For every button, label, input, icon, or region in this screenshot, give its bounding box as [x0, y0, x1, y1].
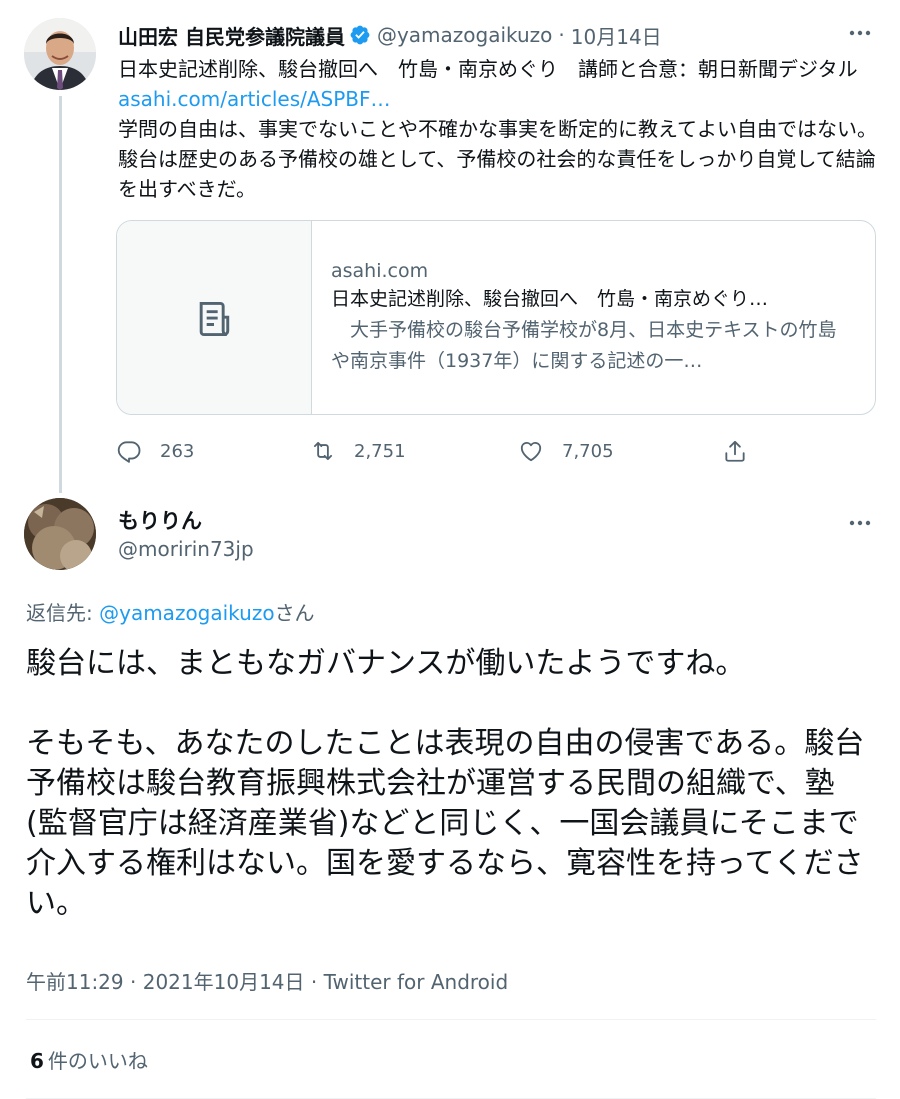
reply-to-suffix: さん: [274, 601, 315, 625]
parent-tweet-actions: 263 2,751 7,705: [116, 432, 776, 470]
tweet-time[interactable]: 午前11:29: [26, 970, 124, 994]
card-description: 大手予備校の駿台予備学校が8月、日本史テキストの竹島や南京事件（1937年）に関…: [331, 319, 837, 372]
verified-badge-icon: [349, 24, 371, 46]
share-icon: [725, 440, 745, 462]
reply-count: 263: [160, 440, 195, 462]
reply-to-handle[interactable]: @yamazogaikuzo: [99, 601, 274, 625]
tweet-metadata: 午前11:29 · 2021年10月14日 · Twitter for Andr…: [26, 966, 508, 995]
card-thumbnail: [117, 221, 312, 414]
reply-tweet-text: 駿台には、まともなガバナンスが働いたようですね。 そもそも、あなたのしたことは表…: [26, 644, 876, 924]
reply-author-name[interactable]: もりりん: [118, 505, 202, 535]
divider: [26, 1019, 876, 1020]
tweet-date[interactable]: 2021年10月14日: [143, 970, 305, 994]
parent-tweet-date[interactable]: 10月14日: [571, 21, 662, 50]
meta-separator-2: ·: [310, 970, 318, 994]
card-domain: asahi.com: [331, 260, 429, 282]
parent-author-handle[interactable]: @yamazogaikuzo: [377, 23, 552, 47]
reply-author-avatar[interactable]: [24, 498, 96, 570]
parent-tweet-text-line1: 日本史記述削除、駿台撤回へ 竹島・南京めぐり 講師と合意：朝日新聞デジタル: [118, 57, 858, 81]
likes-count: 6: [30, 1049, 44, 1073]
reply-text-para2: そもそも、あなたのしたことは表現の自由の侵害である。駿台予備校は駿台教育振興株式…: [26, 726, 865, 921]
likes-label: 件のいいね: [47, 1049, 148, 1073]
link-preview-card[interactable]: asahi.com 日本史記述削除、駿台撤回へ 竹島・南京めぐり… 大手予備校の…: [116, 220, 876, 415]
share-button[interactable]: [722, 432, 748, 470]
reply-to-prefix: 返信先:: [26, 601, 100, 625]
like-button[interactable]: 7,705: [518, 432, 614, 470]
meta-separator-1: ·: [130, 970, 137, 994]
card-title: 日本史記述削除、駿台撤回へ 竹島・南京めぐり…: [331, 288, 769, 310]
reply-author-handle[interactable]: @moririn73jp: [118, 537, 254, 561]
more-horizontal-icon[interactable]: [846, 512, 874, 534]
heart-icon: [520, 441, 542, 462]
reply-icon: [117, 441, 141, 463]
header-separator: ·: [558, 23, 565, 47]
reply-text-para1: 駿台には、まともなガバナンスが働いたようですね。: [26, 646, 746, 681]
retweet-button[interactable]: 2,751: [310, 432, 406, 470]
parent-tweet-text-para2: 学問の自由は、事実でないことや不確かな事実を断定的に教えてよい自由ではない。駿台…: [118, 117, 877, 201]
like-count: 7,705: [562, 440, 614, 462]
retweet-icon: [313, 441, 333, 461]
parent-author-name[interactable]: 山田宏 自民党参議院議員: [118, 21, 345, 50]
retweet-count: 2,751: [354, 440, 406, 462]
article-icon: [199, 301, 230, 336]
parent-tweet-text: 日本史記述削除、駿台撤回へ 竹島・南京めぐり 講師と合意：朝日新聞デジタル as…: [118, 54, 878, 204]
tweet-client[interactable]: Twitter for Android: [324, 970, 509, 994]
more-horizontal-icon[interactable]: [846, 22, 874, 44]
thread-connector-line: [59, 96, 62, 493]
parent-tweet-link[interactable]: asahi.com/articles/ASPBF…: [118, 87, 391, 111]
reply-to-line: 返信先: @yamazogaikuzoさん: [26, 597, 315, 626]
reply-button[interactable]: 263: [116, 432, 194, 470]
card-body: asahi.com 日本史記述削除、駿台撤回へ 竹島・南京めぐり… 大手予備校の…: [331, 257, 851, 377]
likes-summary[interactable]: 6 件のいいね: [30, 1045, 148, 1074]
parent-tweet-header: 山田宏 自民党参議院議員 @yamazogaikuzo · 10月14日: [118, 20, 662, 50]
parent-author-avatar[interactable]: [24, 18, 96, 90]
